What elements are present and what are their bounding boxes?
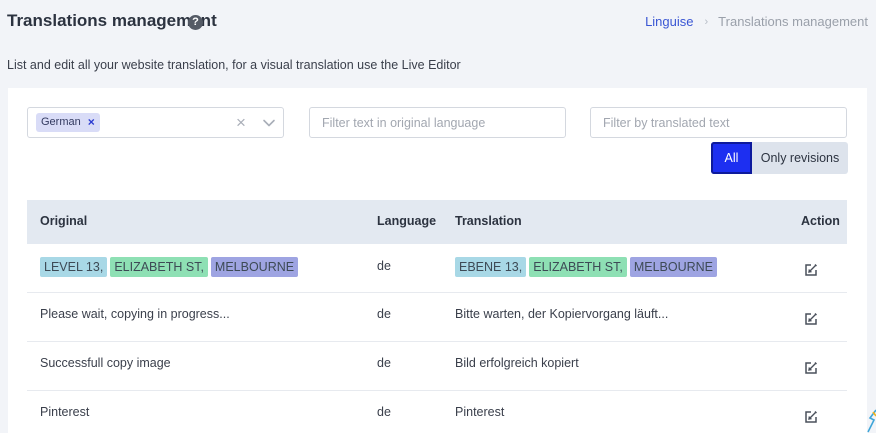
table-row[interactable]: Please wait, copying in progress... de B… (27, 293, 847, 342)
language-select[interactable]: German × × (27, 107, 284, 138)
column-header-action: Action (801, 214, 840, 228)
breadcrumb-linguise-link[interactable]: Linguise (645, 14, 693, 29)
table-row[interactable]: Successfull copy image de Bild erfolgrei… (27, 342, 847, 391)
translations-card: German × × All Only revisions Original L… (8, 88, 867, 433)
original-tag: MELBOURNE (210, 257, 299, 277)
original-text-filter-input[interactable] (309, 107, 566, 138)
table-row[interactable]: Pinterest de Pinterest (27, 391, 847, 433)
column-header-translation: Translation (455, 214, 522, 228)
edit-icon[interactable] (804, 312, 818, 326)
chip-remove-icon[interactable]: × (88, 113, 95, 132)
column-header-original: Original (40, 214, 88, 228)
translation-tag: EBENE 13, (455, 257, 527, 277)
table-row[interactable]: LEVEL 13, ELIZABETH ST, MELBOURNE de EBE… (27, 244, 847, 293)
original-tag: LEVEL 13, (40, 257, 108, 277)
help-icon[interactable]: ? (188, 15, 203, 30)
language-cell: de (377, 356, 391, 370)
edit-icon[interactable] (804, 361, 818, 375)
edit-icon[interactable] (804, 263, 818, 277)
page-title: Translations management (7, 11, 217, 30)
translation-tags: EBENE 13, ELIZABETH ST, MELBOURNE (455, 257, 718, 277)
language-chip: German × (36, 113, 100, 132)
chevron-down-icon[interactable] (262, 116, 276, 130)
column-header-language: Language (377, 214, 437, 228)
translation-tag: MELBOURNE (629, 257, 718, 277)
translation-cell: Bitte warten, der Kopiervorgang läuft... (455, 307, 669, 321)
translation-cell: Pinterest (455, 405, 505, 419)
revision-toggle-group: All Only revisions (711, 142, 848, 174)
original-cell: Pinterest (40, 405, 90, 419)
original-tags: LEVEL 13, ELIZABETH ST, MELBOURNE (40, 257, 299, 277)
breadcrumb-separator: › (704, 15, 709, 28)
translation-tag: ELIZABETH ST, (529, 257, 627, 277)
all-toggle-button[interactable]: All (711, 142, 752, 174)
only-revisions-toggle-button[interactable]: Only revisions (752, 142, 848, 174)
edit-icon[interactable] (804, 410, 818, 424)
floating-widget-icon[interactable] (867, 408, 876, 433)
breadcrumb-current: Translations management (718, 14, 868, 29)
table-header: Original Language Translation Action (27, 200, 847, 244)
original-tag: ELIZABETH ST, (110, 257, 208, 277)
breadcrumb: Linguise › Translations management (645, 14, 868, 29)
clear-icon[interactable]: × (234, 113, 248, 133)
language-cell: de (377, 259, 391, 273)
language-chip-label: German (41, 116, 81, 128)
language-cell: de (377, 307, 391, 321)
language-cell: de (377, 405, 391, 419)
translated-text-filter-input[interactable] (590, 107, 847, 138)
original-cell: Please wait, copying in progress... (40, 307, 230, 321)
page-subtitle: List and edit all your website translati… (7, 58, 461, 72)
original-cell: Successfull copy image (40, 356, 171, 370)
translation-cell: Bild erfolgreich kopiert (455, 356, 579, 370)
page-header: Translations management ? Linguise › Tra… (7, 10, 868, 34)
